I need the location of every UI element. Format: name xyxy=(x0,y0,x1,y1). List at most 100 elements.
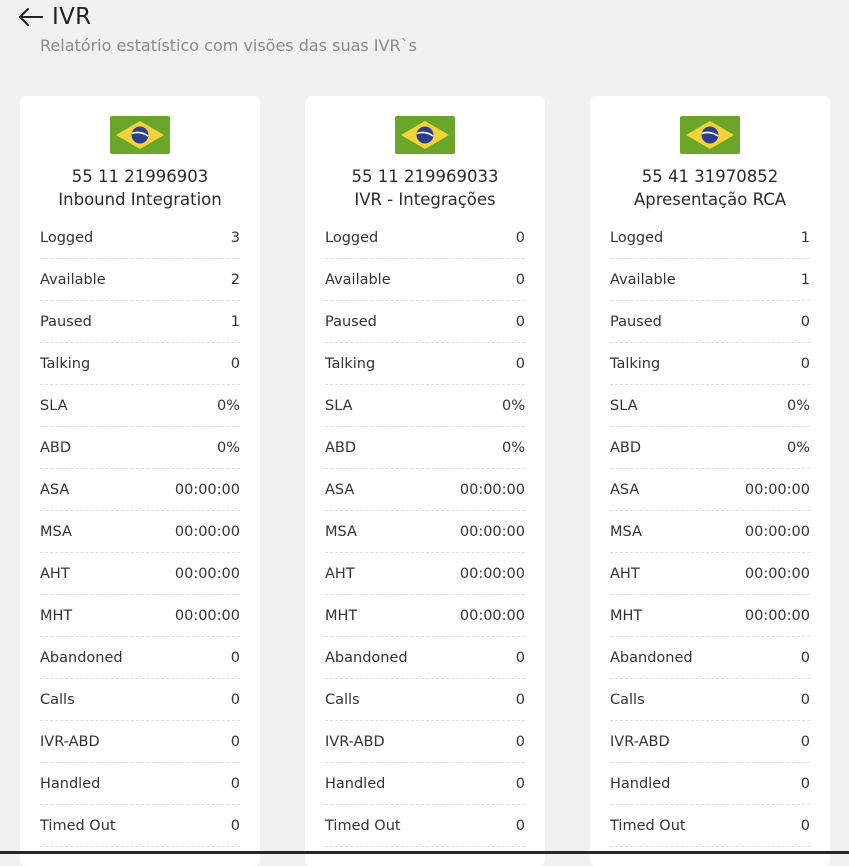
stat-value: 0 xyxy=(515,649,525,666)
stat-label: ABD xyxy=(325,439,357,456)
stat-label: IVR-ABD xyxy=(610,733,670,750)
stat-label: ASA xyxy=(325,481,355,498)
stat-label: Abandoned xyxy=(610,649,693,666)
ivr-card[interactable]: 55 11 21996903 Inbound Integration Logge… xyxy=(20,96,260,866)
stat-label: MHT xyxy=(40,607,73,624)
stat-label: MSA xyxy=(40,523,72,540)
stat-label: Calls xyxy=(40,691,75,708)
stat-row-abandoned: Abandoned 0 xyxy=(40,637,240,679)
brazil-flag-icon xyxy=(680,116,740,154)
stat-label: ASA xyxy=(610,481,640,498)
stat-value: 0% xyxy=(501,439,525,456)
stats-list: Logged 0 Available 0 Paused 0 Talking 0 SLA 0… xyxy=(325,217,525,847)
stat-value: 00:00:00 xyxy=(744,481,810,498)
stat-value: 0 xyxy=(230,355,240,372)
stat-value: 0 xyxy=(230,733,240,750)
card-name: Inbound Integration xyxy=(58,190,222,209)
stat-row-asa: ASA 00:00:00 xyxy=(40,469,240,511)
stat-value: 0% xyxy=(216,397,240,414)
stat-label: SLA xyxy=(325,397,353,414)
stat-row-asa: ASA 00:00:00 xyxy=(610,469,810,511)
ivr-card[interactable]: 55 41 31970852 Apresentação RCA Logged 1 … xyxy=(590,96,830,866)
stat-row-asa: ASA 00:00:00 xyxy=(325,469,525,511)
stat-value: 00:00:00 xyxy=(174,523,240,540)
stat-label: ABD xyxy=(40,439,72,456)
stat-label: SLA xyxy=(610,397,638,414)
stat-value: 0 xyxy=(515,313,525,330)
stat-label: Available xyxy=(40,271,106,288)
stat-row-calls: Calls 0 xyxy=(325,679,525,721)
stat-row-sla: SLA 0% xyxy=(40,385,240,427)
stat-value: 00:00:00 xyxy=(744,523,810,540)
stat-label: ABD xyxy=(610,439,642,456)
stat-label: MSA xyxy=(610,523,642,540)
title-row: IVR xyxy=(18,0,91,34)
stat-row-abd: ABD 0% xyxy=(325,427,525,469)
stat-row-abd: ABD 0% xyxy=(610,427,810,469)
ivr-cards: 55 11 21996903 Inbound Integration Logge… xyxy=(20,96,830,866)
stat-row-available: Available 2 xyxy=(40,259,240,301)
stat-value: 0% xyxy=(501,397,525,414)
stat-value: 0% xyxy=(216,439,240,456)
stat-value: 00:00:00 xyxy=(459,607,525,624)
stat-row-handled: Handled 0 xyxy=(610,763,810,805)
brazil-flag-icon xyxy=(110,116,170,154)
stat-row-sla: SLA 0% xyxy=(325,385,525,427)
card-name: Apresentação RCA xyxy=(633,190,787,209)
stat-label: Logged xyxy=(40,229,94,246)
stat-row-handled: Handled 0 xyxy=(325,763,525,805)
stat-row-ivr-abd: IVR-ABD 0 xyxy=(325,721,525,763)
stat-row-calls: Calls 0 xyxy=(40,679,240,721)
stat-label: AHT xyxy=(40,565,70,582)
stat-label: Talking xyxy=(40,355,91,372)
page-header: IVR xyxy=(18,0,91,34)
stat-value: 1 xyxy=(800,229,810,246)
stat-row-timed-out: Timed Out 0 xyxy=(610,805,810,847)
card-phone: 55 41 31970852 xyxy=(641,167,779,186)
stat-row-timed-out: Timed Out 0 xyxy=(325,805,525,847)
back-arrow-icon[interactable] xyxy=(18,4,44,30)
stat-label: Logged xyxy=(610,229,664,246)
stat-label: MHT xyxy=(325,607,358,624)
stat-label: Handled xyxy=(325,775,386,792)
stat-label: MSA xyxy=(325,523,357,540)
stat-row-talking: Talking 0 xyxy=(325,343,525,385)
stat-label: Timed Out xyxy=(610,817,686,834)
stat-row-logged: Logged 3 xyxy=(40,217,240,259)
stat-value: 1 xyxy=(230,313,240,330)
stat-row-paused: Paused 0 xyxy=(325,301,525,343)
stat-row-available: Available 0 xyxy=(325,259,525,301)
stat-row-sla: SLA 0% xyxy=(610,385,810,427)
stat-value: 0% xyxy=(786,439,810,456)
stat-value: 00:00:00 xyxy=(174,565,240,582)
stat-value: 0 xyxy=(230,817,240,834)
stat-label: AHT xyxy=(610,565,640,582)
card-phone: 55 11 21996903 xyxy=(71,167,209,186)
stat-value: 0 xyxy=(230,649,240,666)
stat-label: IVR-ABD xyxy=(40,733,100,750)
stat-row-mht: MHT 00:00:00 xyxy=(610,595,810,637)
stat-label: Paused xyxy=(325,313,377,330)
stat-label: Logged xyxy=(325,229,379,246)
stat-row-paused: Paused 1 xyxy=(40,301,240,343)
stat-label: Calls xyxy=(610,691,645,708)
stat-label: Handled xyxy=(40,775,101,792)
stat-label: Available xyxy=(610,271,676,288)
stat-value: 00:00:00 xyxy=(459,481,525,498)
stat-value: 0 xyxy=(515,355,525,372)
brazil-flag-icon xyxy=(395,116,455,154)
stats-list: Logged 3 Available 2 Paused 1 Talking 0 SLA 0… xyxy=(40,217,240,847)
stat-value: 00:00:00 xyxy=(744,607,810,624)
stat-label: Timed Out xyxy=(325,817,401,834)
stat-label: MHT xyxy=(610,607,643,624)
stat-label: Talking xyxy=(325,355,376,372)
stat-value: 0 xyxy=(515,817,525,834)
stat-value: 0% xyxy=(786,397,810,414)
stat-label: Abandoned xyxy=(40,649,123,666)
ivr-card[interactable]: 55 11 219969033 IVR - Integrações Logged… xyxy=(305,96,545,866)
stat-label: ASA xyxy=(40,481,70,498)
stat-row-msa: MSA 00:00:00 xyxy=(610,511,810,553)
stats-list: Logged 1 Available 1 Paused 0 Talking 0 SLA 0… xyxy=(610,217,810,847)
stat-row-ivr-abd: IVR-ABD 0 xyxy=(40,721,240,763)
stat-row-aht: AHT 00:00:00 xyxy=(610,553,810,595)
